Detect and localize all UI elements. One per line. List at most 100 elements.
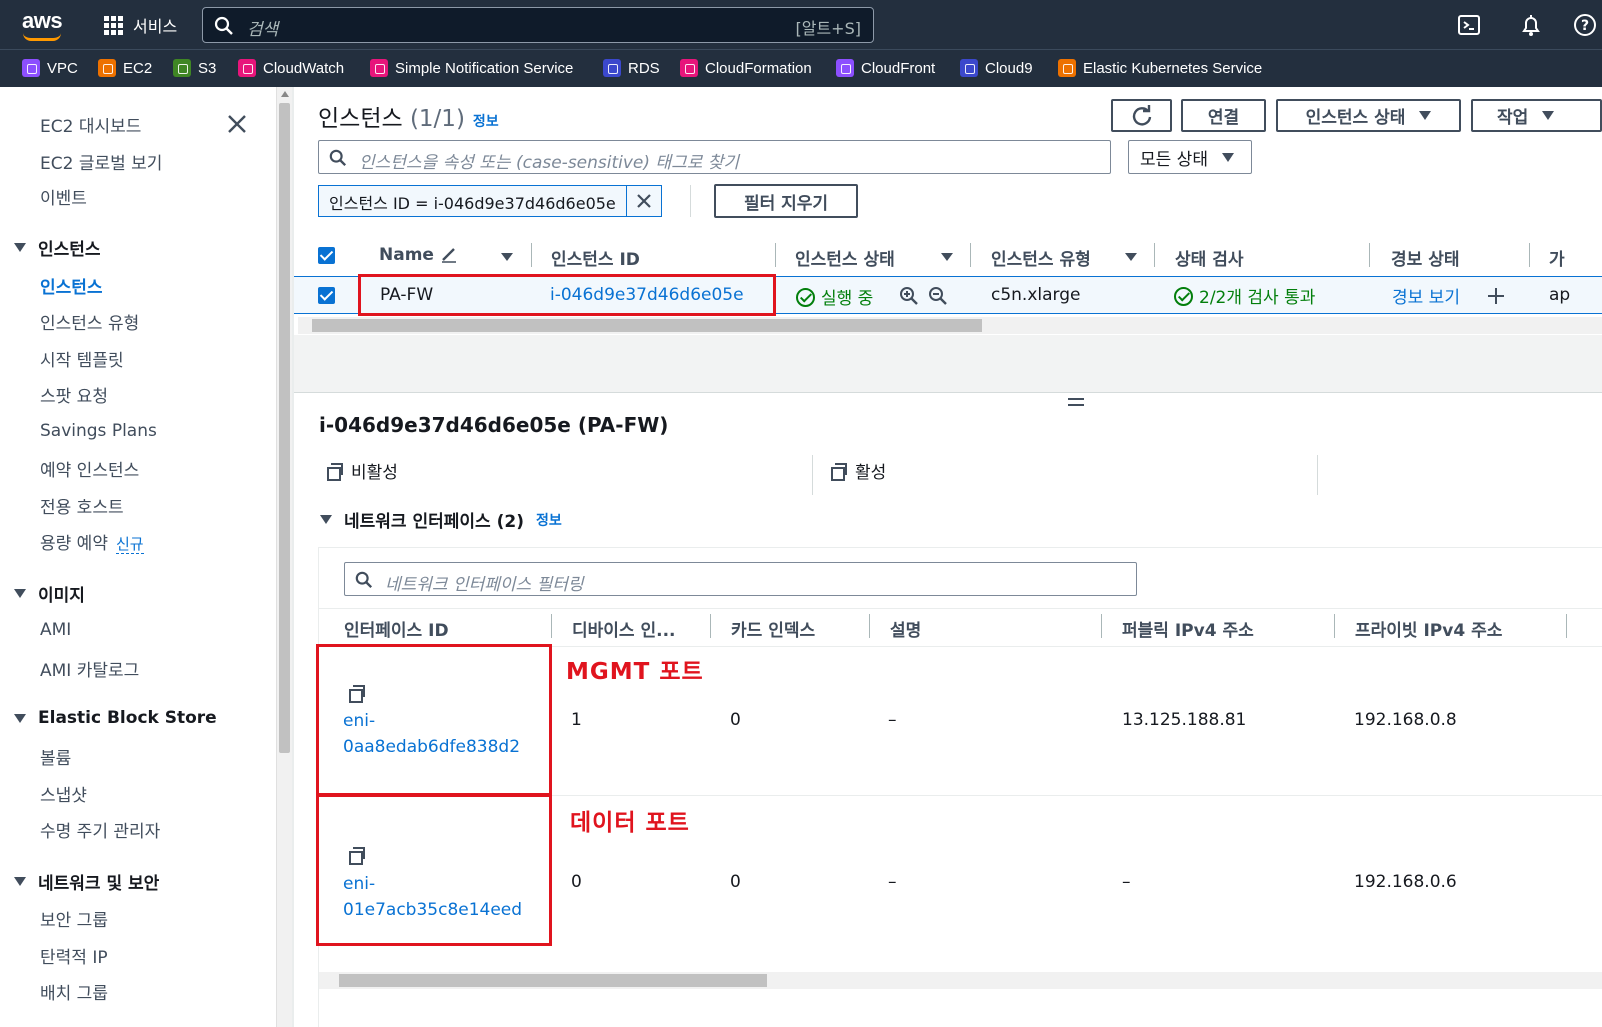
divider [1317,455,1318,495]
column-header-name[interactable]: Name [379,245,458,265]
actions-dropdown[interactable]: 작업 [1471,99,1602,132]
instance-count: (1/1) [409,106,465,132]
select-all-checkbox[interactable] [318,247,335,264]
edit-icon[interactable] [440,245,458,263]
sidebar-item-snapshots[interactable]: 스냅샷 [40,781,87,806]
drag-handle-icon[interactable] [1068,398,1084,408]
ni-table-horizontal-scrollbar[interactable] [319,972,1602,989]
cloudshell-icon[interactable] [1456,12,1482,38]
clear-filters-button[interactable]: 필터 지우기 [714,184,858,218]
copy-icon [327,462,343,481]
copy-active[interactable]: 활성 [831,458,886,483]
sidebar-item-elastic-ips[interactable]: 탄력적 IP [40,943,108,968]
connect-button[interactable]: 연결 [1181,99,1266,132]
sidebar-item-capacity-reservations[interactable]: 용량 예약 신규 [40,529,144,554]
info-link[interactable]: 정보 [536,510,562,530]
sidebar-item-instance-types[interactable]: 인스턴스 유형 [40,309,139,334]
caret-down-icon [1221,152,1234,162]
scrollbar-thumb[interactable] [339,974,767,987]
row-checkbox[interactable] [318,287,335,304]
divider [812,455,813,495]
column-header-availability-zone[interactable]: 가 [1549,245,1565,270]
sidebar-item-ami-catalog[interactable]: AMI 카탈로그 [40,656,139,681]
favorite-vpc[interactable]: VPC [22,59,78,77]
detail-panel-title: i-046d9e37d46d6e05e (PA-FW) [319,413,669,437]
instance-state: 실행 중 [796,284,873,309]
instance-state-dropdown[interactable]: 인스턴스 상태 [1276,99,1461,132]
search-placeholder: 검색 [247,20,279,40]
sidebar-item-launch-templates[interactable]: 시작 템플릿 [40,346,124,371]
column-header-alarm-status[interactable]: 경보 상태 [1391,245,1459,270]
sidebar-item-security-groups[interactable]: 보안 그룹 [40,906,108,931]
scrollbar-thumb[interactable] [279,103,290,753]
column-header-status-check[interactable]: 상태 검사 [1175,245,1243,270]
remove-filter-button[interactable] [627,186,661,216]
cloudwatch-icon [238,59,256,77]
scrollbar-thumb[interactable] [312,319,982,332]
aws-logo[interactable]: aws [22,8,63,41]
favorite-rds[interactable]: RDS [603,59,660,77]
sidebar-item-spot-requests[interactable]: 스팟 요청 [40,382,108,407]
column-header-instance-type[interactable]: 인스턴스 유형 [991,245,1091,270]
column-header-card-index[interactable]: 카드 인덱스 [731,616,815,641]
copy-inactive[interactable]: 비활성 [327,458,398,483]
favorite-eks[interactable]: Elastic Kubernetes Service [1058,59,1262,77]
sidebar-section-images[interactable]: 이미지 [14,581,85,606]
sidebar-section-ebs[interactable]: Elastic Block Store [14,708,217,728]
column-header-interface-id[interactable]: 인터페이스 ID [344,616,449,641]
column-header-instance-state[interactable]: 인스턴스 상태 [795,245,895,270]
sidebar-item-savings-plans[interactable]: Savings Plans [40,421,157,441]
search-shortcut: [알트+S] [795,19,862,38]
table-horizontal-scrollbar[interactable] [298,317,1602,334]
sidebar-item-events[interactable]: 이벤트 [40,184,87,209]
sidebar-section-network-security[interactable]: 네트워크 및 보안 [14,869,159,894]
sort-caret-icon[interactable] [501,253,513,261]
zoom-in-icon[interactable] [899,286,919,306]
sidebar-item-dedicated-hosts[interactable]: 전용 호스트 [40,493,124,518]
state-filter-select[interactable]: 모든 상태 [1128,140,1252,174]
help-icon[interactable]: ? [1572,12,1598,38]
network-interface-filter-input[interactable]: 네트워크 인터페이스 필터링 [344,562,1137,596]
sidebar-section-instances[interactable]: 인스턴스 [14,235,101,260]
instance-search-input[interactable]: 인스턴스을 속성 또는 (case-sensitive) 태그로 찾기 [318,140,1111,174]
global-search-input[interactable]: 검색 [알트+S] [202,7,874,43]
cloudformation-icon [680,59,698,77]
filter-placeholder: 네트워크 인터페이스 필터링 [385,575,584,595]
column-header-description[interactable]: 설명 [890,616,921,641]
bell-icon[interactable] [1518,12,1544,38]
annotation-data-port: 데이터 포트 [570,810,690,836]
services-menu-button[interactable]: 서비스 [104,13,177,37]
zoom-out-icon[interactable] [928,286,948,306]
sidebar-item-reserved-instances[interactable]: 예약 인스턴스 [40,456,139,481]
card-index: 0 [730,710,741,730]
sidebar-item-instances[interactable]: 인스턴스 [40,273,103,298]
sidebar-item-lifecycle-manager[interactable]: 수명 주기 관리자 [40,817,160,842]
plus-icon[interactable] [1486,286,1506,306]
sidebar-item-placement-groups[interactable]: 배치 그룹 [40,979,108,1004]
favorite-sns[interactable]: Simple Notification Service [370,59,573,77]
sidebar-scrollbar[interactable] [276,87,292,1027]
caret-down-icon [14,713,26,723]
sidebar-item-volumes[interactable]: 볼륨 [40,744,71,769]
close-icon[interactable] [226,113,248,135]
sidebar-item-ec2-global-view[interactable]: EC2 글로벌 보기 [40,149,162,174]
favorite-s3[interactable]: S3 [173,59,216,77]
favorite-cloudwatch[interactable]: CloudWatch [238,59,344,77]
column-header-private-ipv4[interactable]: 프라이빗 IPv4 주소 [1355,616,1502,641]
refresh-button[interactable] [1111,99,1172,132]
column-header-instance-id[interactable]: 인스턴스 ID [551,245,640,270]
favorite-ec2[interactable]: EC2 [98,59,152,77]
sidebar-item-ec2-dashboard[interactable]: EC2 대시보드 [40,112,141,137]
sidebar-item-ami[interactable]: AMI [40,620,71,640]
column-header-public-ipv4[interactable]: 퍼블릭 IPv4 주소 [1122,616,1254,641]
network-interfaces-section-header[interactable]: 네트워크 인터페이스 (2) 정보 [320,507,562,532]
favorite-cloudfront[interactable]: CloudFront [836,59,935,77]
column-header-device-index[interactable]: 디바이스 인... [572,616,676,641]
view-alarms-link[interactable]: 경보 보기 [1392,283,1460,308]
info-link[interactable]: 정보 [473,114,499,130]
sort-caret-icon[interactable] [941,253,953,261]
column-divider [1334,614,1335,638]
sort-caret-icon[interactable] [1125,253,1137,261]
favorite-cloudformation[interactable]: CloudFormation [680,59,812,77]
favorite-cloud9[interactable]: Cloud9 [960,59,1033,77]
